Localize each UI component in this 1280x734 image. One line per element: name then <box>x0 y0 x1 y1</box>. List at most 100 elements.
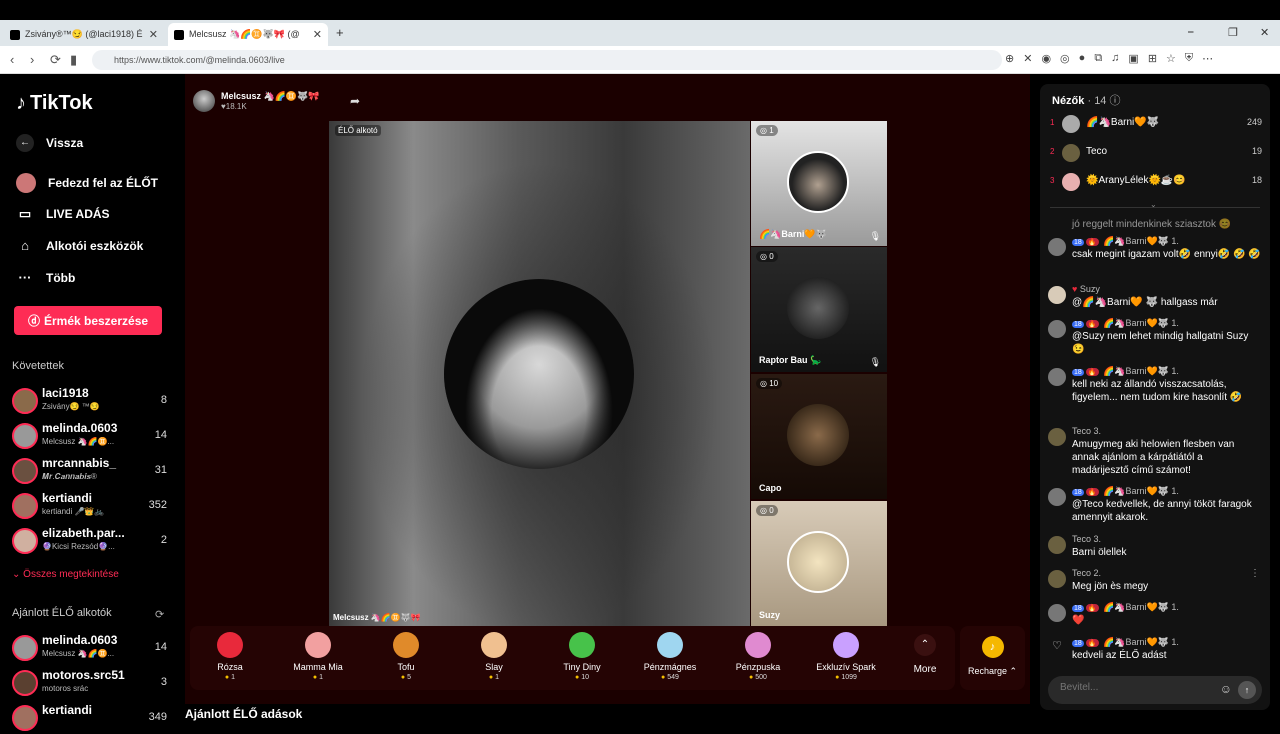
fan-badge: 🔥 <box>1085 238 1099 246</box>
back-link[interactable]: ← Vissza <box>16 134 83 152</box>
following-sub: 𝑴𝒓.𝑪𝒂𝒏𝒏𝒂𝒃𝒊𝒔® <box>42 472 97 481</box>
ext-icon[interactable]: ◉ <box>1041 52 1051 65</box>
following-item[interactable]: melinda.0603 Melcsusz 🦄🌈♊... 14 <box>12 420 167 452</box>
guest-tile[interactable]: ◎ 10 Capo <box>751 374 887 499</box>
avatar <box>1048 428 1066 446</box>
chevron-down-icon[interactable]: ⌄ <box>1150 200 1157 209</box>
sidebar-icon[interactable]: ▣ <box>1128 52 1138 65</box>
viewer-count: 8 <box>160 394 167 406</box>
more-gifts-button[interactable]: ⌃ More <box>910 634 940 675</box>
recommended-item[interactable]: kertiandi 349 <box>12 702 167 734</box>
puzzle-icon[interactable]: ⧉ <box>1094 52 1102 65</box>
avatar <box>1048 286 1066 304</box>
guest-avatar <box>787 531 849 593</box>
following-item[interactable]: elizabeth.par... 🔮Kicsi Rezsód🔮... 2 <box>12 525 167 557</box>
nav-label: Több <box>46 270 76 285</box>
close-icon[interactable]: ✕ <box>313 28 322 41</box>
gift-item[interactable]: Tofu 5 <box>366 632 446 681</box>
nav-label: Fedezd fel az ÉLŐT <box>48 176 159 190</box>
chat-text: @🌈🦄Barni🧡 🐺 hallgass már <box>1072 297 1218 308</box>
see-all-link[interactable]: ⌄ Összes megtekintése <box>12 569 119 580</box>
nav-creator-tools[interactable]: ⌂ Alkotói eszközök <box>16 238 143 253</box>
gift-price: 1099 <box>806 674 886 681</box>
gift-item[interactable]: Rózsa 1 <box>190 632 270 681</box>
reload-icon[interactable]: ⟳ <box>50 52 61 68</box>
shield-icon[interactable]: ⛨ <box>1185 52 1193 65</box>
gift-name: Pénzpuska <box>735 662 781 672</box>
back-arrow-icon[interactable]: ‹ <box>10 52 14 67</box>
send-button[interactable]: ↑ <box>1238 681 1256 699</box>
tiktok-logo[interactable]: ♪ TikTok <box>16 92 93 115</box>
recommended-item[interactable]: motoros.src51 motoros srác 3 <box>12 667 167 699</box>
host-info[interactable]: Melcsusz 🦄🌈♊🐺🎀 ♥18.1K <box>193 90 320 112</box>
share-icon[interactable]: ➦ <box>350 94 360 108</box>
avatar <box>1048 368 1066 386</box>
tiktok-favicon-icon <box>174 29 184 40</box>
forward-arrow-icon[interactable]: › <box>30 52 34 67</box>
sidebar: ♪ TikTok ← Vissza Fedezd fel az ÉLŐT ▭ L… <box>0 74 180 731</box>
chat-input[interactable] <box>1060 682 1210 693</box>
chat-text: @Suzy nem lehet mindig hallgatni Suzy 😉 <box>1072 331 1249 355</box>
gift-item[interactable]: Tiny Diny 10 <box>542 632 622 681</box>
chat-author: 18 🔥 🌈🦄Barni🧡🐺 1. <box>1072 637 1179 648</box>
chat-text: Amugymeg aki helowien flesben van annak … <box>1072 439 1235 476</box>
emoji-icon[interactable]: ☺ <box>1220 682 1232 696</box>
chat-author: Teco 3. <box>1072 534 1101 544</box>
new-tab-button[interactable]: + <box>336 25 344 40</box>
nav-more[interactable]: ··· Több <box>16 270 76 285</box>
viewer-count: 2 <box>160 534 167 546</box>
guest-tile[interactable]: ◎ 1 🌈🦄Barni🧡🐺 🎙 <box>751 121 887 246</box>
get-coins-button[interactable]: ⓓ Érmék beszerzése <box>14 306 162 335</box>
star-icon[interactable]: ☆ <box>1166 52 1176 65</box>
nav-live-broadcast[interactable]: ▭ LIVE ADÁS <box>16 206 110 222</box>
browser-tab[interactable]: Zsivány®™😏 (@laci1918) ÉLŐ a ✕ <box>4 23 164 46</box>
bookmark-icon[interactable]: ▮ <box>70 52 77 68</box>
gift-item[interactable]: Mamma Mia 1 <box>278 632 358 681</box>
gift-item[interactable]: Pénzpuska 500 <box>718 632 798 681</box>
chat-text: kell neki az állandó visszacsatolás, fig… <box>1072 379 1243 403</box>
ext-icon[interactable]: ✕ <box>1023 52 1032 65</box>
minimize-button[interactable]: ⎯ <box>1188 26 1194 39</box>
window-close-button[interactable]: ✕ <box>1260 26 1269 39</box>
music-icon[interactable]: ♫ <box>1111 52 1119 65</box>
top-viewer-row[interactable]: 3 🌞AranyLélek🌞☕😊 18 <box>1050 171 1262 193</box>
gift-name: Tiny Diny <box>563 662 601 672</box>
guest-tile[interactable]: ◎ 0 Suzy <box>751 501 887 626</box>
fan-badge: 🔥 <box>1085 604 1099 612</box>
guest-badge-count: 1 <box>769 126 774 135</box>
following-item[interactable]: laci1918 Zsivány😏 ™😏 8 <box>12 385 167 417</box>
chat-author: 18 🔥 🌈🦄Barni🧡🐺 1. <box>1072 602 1179 613</box>
recharge-button[interactable]: ♪ Recharge ⌃ <box>960 626 1025 690</box>
kebab-menu-icon[interactable]: ⋮ <box>1250 568 1260 579</box>
gift-item[interactable]: Exkluzív Spark 1099 <box>806 632 886 681</box>
recommended-item[interactable]: melinda.0603 Melcsusz 🦄🌈♊... 14 <box>12 632 167 664</box>
host-video[interactable]: ÉLŐ alkotó Melcsusz 🦄🌈♊🐺🎀 <box>329 121 750 626</box>
url-field[interactable]: https://www.tiktok.com/@melinda.0603/liv… <box>92 50 1002 70</box>
following-name: melinda.0603 <box>42 421 118 435</box>
following-item[interactable]: kertiandi kertiandi 🎤👑🚲 352 <box>12 490 167 522</box>
fan-badge: 🔥 <box>1085 320 1099 328</box>
tiktok-favicon-icon <box>10 29 20 40</box>
nav-explore-live[interactable]: Fedezd fel az ÉLŐT <box>16 173 158 193</box>
top-viewer-row[interactable]: 2 Teco 19 <box>1050 142 1262 164</box>
following-sub: kertiandi 🎤👑🚲 <box>42 507 105 516</box>
chat-author: 18 🔥 🌈🦄Barni🧡🐺 1. <box>1072 318 1179 329</box>
gift-price: 500 <box>718 674 798 681</box>
gift-item[interactable]: Pénzmágnes 549 <box>630 632 710 681</box>
tab-title: Zsivány®™😏 (@laci1918) ÉLŐ a <box>25 29 143 39</box>
top-viewer-row[interactable]: 1 🌈🦄Barni🧡🐺 249 <box>1050 113 1262 135</box>
translate-icon[interactable]: ⊕ <box>1005 52 1014 65</box>
browser-tab-active[interactable]: Melcsusz 🦄🌈♊🐺🎀 (@ ✕ <box>168 23 328 46</box>
gift-item[interactable]: Slay 1 <box>454 632 534 681</box>
ext-icon[interactable]: ● <box>1079 52 1086 65</box>
guest-tile[interactable]: ◎ 0 Raptor Bau 🦕 🎙 <box>751 247 887 372</box>
close-icon[interactable]: ✕ <box>149 28 158 41</box>
viewer-count: 352 <box>148 499 167 511</box>
maximize-button[interactable]: ❐ <box>1228 26 1238 39</box>
refresh-icon[interactable]: ⟳ <box>155 608 164 621</box>
ext-icon[interactable]: ◎ <box>1060 52 1070 65</box>
menu-icon[interactable]: ⋯ <box>1202 52 1213 65</box>
author-name: 🌈🦄Barni🧡🐺 1. <box>1103 366 1179 376</box>
following-item[interactable]: mrcannabis_ 𝑴𝒓.𝑪𝒂𝒏𝒏𝒂𝒃𝒊𝒔® 31 <box>12 455 167 487</box>
collections-icon[interactable]: ⊞ <box>1148 52 1157 65</box>
